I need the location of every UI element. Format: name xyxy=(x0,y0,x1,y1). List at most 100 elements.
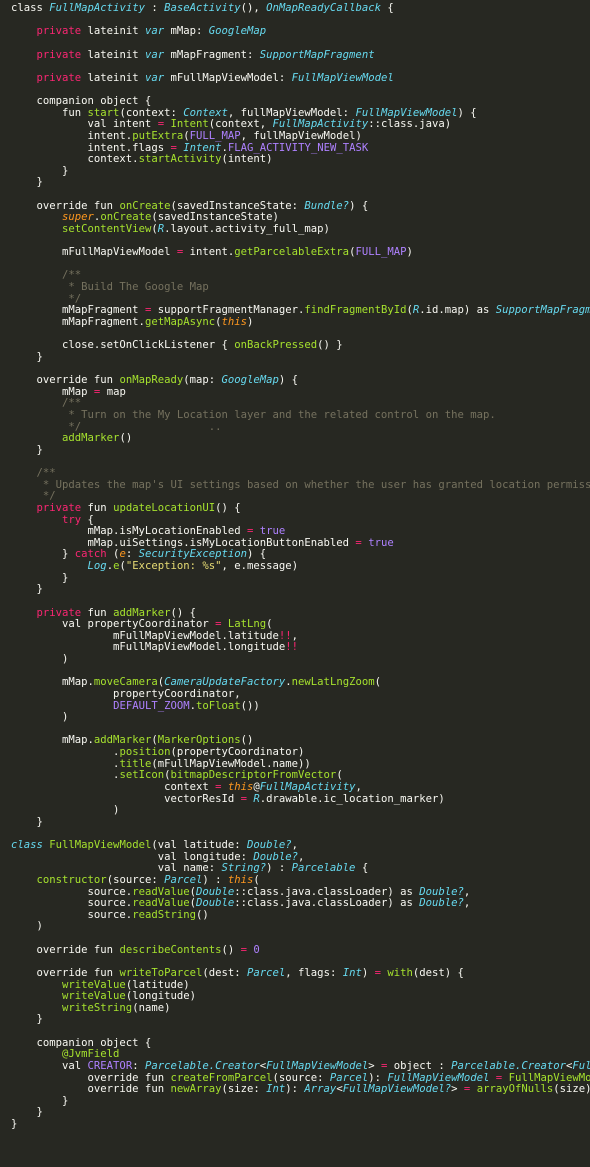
code-line: */ xyxy=(0,294,590,306)
code-token-plain: ) xyxy=(11,805,120,817)
code-token-func: FullMapViewModel xyxy=(508,1072,590,1084)
code-token-const: DEFAULT_ZOOM xyxy=(113,700,190,712)
code-token-const: FULL_MAP xyxy=(355,247,407,259)
code-token-plain: val longitude: xyxy=(11,851,254,863)
code-token-comment: * Updates the map's UI settings based on… xyxy=(11,479,590,491)
code-line: constructor(source: Parcel) : this( xyxy=(0,875,590,887)
code-token-type: FullMapActivity xyxy=(272,119,369,131)
code-token-plain: .drawable.ic_location_marker) xyxy=(259,793,445,805)
code-line: mMap.isMyLocationEnabled = true xyxy=(0,526,590,538)
code-editor[interactable]: class FullMapActivity : BaseActivity () , … xyxy=(0,0,590,1167)
code-token-func: Intent xyxy=(170,119,209,131)
code-token-plain: } xyxy=(11,1095,69,1107)
code-token-comment: * Build The Google Map xyxy=(11,282,209,293)
code-line: } catch (e: SecurityException) { xyxy=(0,549,590,561)
code-line: fun start(context: Context, fullMapViewM… xyxy=(0,108,590,120)
code-token-param: this xyxy=(221,316,248,328)
code-token-plain: fun xyxy=(81,502,114,514)
code-token-func: onCreate xyxy=(100,212,152,224)
code-token-func: readString xyxy=(132,909,196,921)
code-token-param: this xyxy=(227,874,254,886)
code-line: } xyxy=(0,177,590,189)
code-line: ) xyxy=(0,712,590,724)
code-token-func: LatLng xyxy=(227,619,267,631)
code-token-type: Double? xyxy=(253,851,299,863)
code-line: val propertyCoordinator = LatLng( xyxy=(0,619,590,631)
code-line: intent.putExtra(FULL_MAP, fullMapViewMod… xyxy=(0,131,590,143)
code-line: @JvmField xyxy=(0,1049,590,1061)
code-line: /** xyxy=(0,398,590,410)
code-token-plain: override fun xyxy=(11,200,120,212)
code-token-type: OnMapReadyCallback xyxy=(266,3,381,14)
code-token-type: FullMapViewModel xyxy=(387,1072,490,1084)
code-token-plain: mFullMapViewModel: xyxy=(164,72,292,84)
code-token-func: setIcon xyxy=(119,770,165,782)
code-token-func: writeValue xyxy=(62,979,126,991)
code-token-type: Double? xyxy=(419,898,464,910)
code-token-func: writeValue xyxy=(62,991,126,1003)
code-token-type: Int xyxy=(266,1084,286,1096)
code-token-string: "Exception: %s" xyxy=(125,561,222,572)
code-token-keyword: private xyxy=(36,502,82,514)
code-token-param: this xyxy=(227,781,254,793)
code-token-plain: .id.map) as xyxy=(419,305,496,317)
code-line: } xyxy=(0,1014,590,1026)
code-token-plain: fun xyxy=(81,607,114,619)
code-token-func: readValue xyxy=(132,886,190,898)
code-line: /** xyxy=(0,270,590,282)
code-line: mFullMapViewModel.latitude!!, xyxy=(0,631,590,643)
code-line: } xyxy=(0,1096,590,1108)
code-token-const: true xyxy=(368,537,394,549)
code-token-plain: mFullMapViewModel.longitude xyxy=(11,642,286,654)
code-token-func: getParcelableExtra xyxy=(234,247,350,259)
code-token-plain: , xyxy=(298,851,305,863)
code-token-type: GoogleMap xyxy=(221,375,279,386)
code-token-type: FullMapActivity xyxy=(49,3,145,14)
code-line: Log.e("Exception: %s", e.message) xyxy=(0,561,590,573)
code-line: val name: String?) : Parcelable { xyxy=(0,863,590,875)
code-token-plain: lateinit xyxy=(81,72,145,84)
code-token-func: updateLocationUI xyxy=(113,502,216,514)
code-line: writeValue(latitude) xyxy=(0,980,590,992)
code-token-plain: } xyxy=(11,816,43,828)
code-token-plain: class xyxy=(11,3,50,14)
code-line: override fun createFromParcel(source: Pa… xyxy=(0,1073,590,1085)
code-token-plain: companion object { xyxy=(11,1037,152,1049)
code-token-plain: ) xyxy=(11,654,69,665)
code-token-plain: close.setOnClickListener { xyxy=(11,340,235,352)
code-line: override fun onCreate(savedInstanceState… xyxy=(0,201,590,213)
code-token-type: FullMapViewModel xyxy=(355,107,458,119)
code-line: } xyxy=(0,584,590,596)
code-token-func: onCreate xyxy=(119,200,171,212)
code-token-keyword: private xyxy=(36,72,82,84)
code-token-plain: ()) xyxy=(240,700,260,712)
code-line: * Build The Google Map xyxy=(0,282,590,294)
code-token-plain: (val latitude: xyxy=(151,840,248,851)
code-line: class FullMapActivity : BaseActivity(), … xyxy=(0,3,590,15)
code-token-plain: (mFullMapViewModel.name)) xyxy=(151,758,311,770)
code-token-plain: ( xyxy=(253,874,260,886)
code-token-type: Parcel xyxy=(247,967,286,979)
code-token-plain: (map: xyxy=(183,375,222,386)
code-line: source.readString() xyxy=(0,910,590,922)
code-token-plain: > xyxy=(451,1084,464,1096)
code-token-plain: mMapFragment. xyxy=(11,316,145,328)
code-token-type: FullMapActivity xyxy=(259,781,356,793)
code-line: } xyxy=(0,1107,590,1119)
code-token-type: FullMapViewModel xyxy=(291,72,394,84)
code-token-plain: mMap. xyxy=(11,735,94,747)
code-token-plain: (latitude) xyxy=(125,979,190,991)
code-line: * Turn on the My Location layer and the … xyxy=(0,410,590,422)
code-token-func: title xyxy=(119,758,152,770)
code-line: DEFAULT_ZOOM.toFloat()) xyxy=(0,701,590,713)
code-line: .position(propertyCoordinator) xyxy=(0,747,590,759)
code-token-type: Parcelable xyxy=(291,863,356,875)
code-line: mMapFragment = supportFragmentManager.fi… xyxy=(0,305,590,317)
